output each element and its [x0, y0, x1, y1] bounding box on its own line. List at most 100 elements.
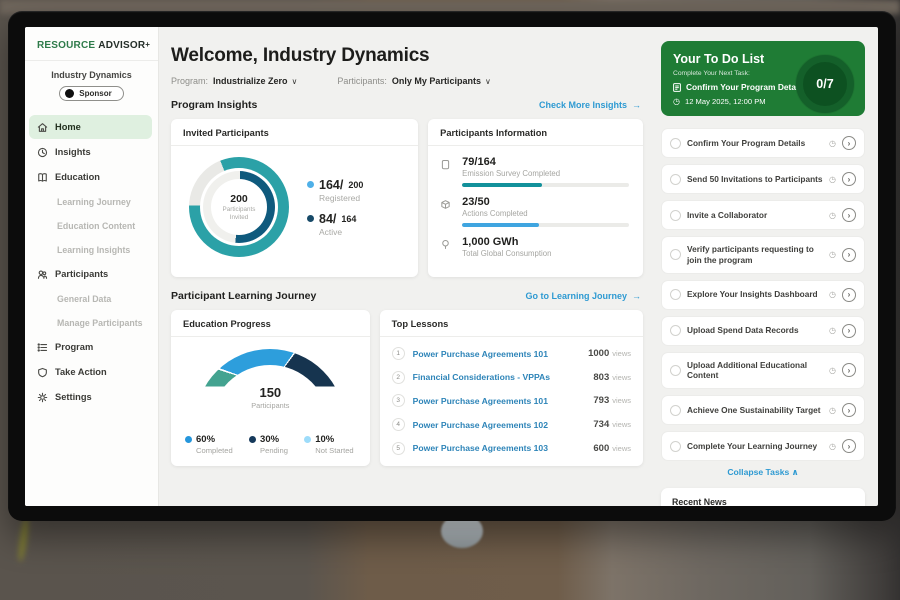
task-chevron-button[interactable]: › — [842, 172, 856, 186]
task-row[interactable]: Complete Your Learning Journey ◷ › — [661, 431, 865, 461]
sidebar-item-take-action[interactable]: Take Action — [29, 360, 152, 384]
lesson-rank: 2 — [392, 371, 405, 384]
sponsor-badge[interactable]: Sponsor — [59, 86, 123, 101]
page-title: Welcome, Industry Dynamics — [171, 45, 643, 67]
collapse-tasks-link[interactable]: Collapse Tasks ∧ — [661, 467, 865, 478]
progress-bar-fill — [462, 183, 542, 187]
participants-filter-label: Participants: — [337, 76, 387, 86]
logo-plus: + — [145, 40, 150, 49]
invited-donut-chart: 200 Participants Invited — [189, 157, 289, 257]
sidebar-item-participants[interactable]: Participants — [29, 262, 152, 286]
lesson-views: 793 — [593, 395, 609, 406]
sidebar-item-home[interactable]: Home — [29, 115, 152, 139]
lesson-title-link[interactable]: Power Purchase Agreements 101 — [413, 349, 588, 359]
stat-row-actions: 23/50 Actions Completed — [440, 196, 629, 227]
sidebar-item-label: Manage Participants — [57, 318, 143, 328]
legend-item-active: 84/164 Active — [307, 212, 363, 237]
task-chevron-button[interactable]: › — [842, 439, 856, 453]
lesson-title-link[interactable]: Power Purchase Agreements 102 — [413, 420, 594, 430]
program-filter[interactable]: Program:Industrialize Zero∨ — [171, 76, 297, 86]
sidebar-item-education-content[interactable]: Education Content — [29, 214, 152, 237]
task-row[interactable]: Achieve One Sustainability Target ◷ › — [661, 395, 865, 425]
sidebar-item-learning-journey[interactable]: Learning Journey — [29, 190, 152, 213]
sidebar-item-manage-participants[interactable]: Manage Participants — [29, 311, 152, 334]
legend-label: Active — [319, 227, 363, 237]
legend-label: Pending — [260, 446, 288, 455]
chevron-up-icon: ∧ — [792, 467, 799, 477]
task-chevron-button[interactable]: › — [842, 324, 856, 338]
donut-center-value: 200 — [230, 193, 248, 205]
stat-row-consumption: 1,000 GWh Total Global Consumption — [440, 236, 629, 258]
task-chevron-button[interactable]: › — [842, 136, 856, 150]
sidebar-item-education[interactable]: Education — [29, 165, 152, 189]
top-lessons-card: Top Lessons 1 Power Purchase Agreements … — [380, 310, 643, 466]
task-checkbox[interactable] — [670, 405, 681, 416]
task-checkbox[interactable] — [670, 249, 681, 260]
task-row[interactable]: Confirm Your Program Details ◷ › — [661, 128, 865, 158]
lesson-title-link[interactable]: Financial Considerations - VPPAs — [413, 372, 594, 382]
task-row[interactable]: Invite a Collaborator ◷ › — [661, 200, 865, 230]
gear-icon — [37, 392, 48, 403]
task-label: Explore Your Insights Dashboard — [687, 289, 823, 300]
org-block: Industry Dynamics Sponsor — [25, 61, 158, 111]
program-filter-value: Industrialize Zero — [213, 76, 288, 86]
legend-item-completed: 60% Completed — [185, 434, 233, 455]
task-checkbox[interactable] — [670, 174, 681, 185]
task-row[interactable]: Send 50 Invitations to Participants ◷ › — [661, 164, 865, 194]
lesson-views-unit: views — [612, 373, 631, 382]
sidebar-item-settings[interactable]: Settings — [29, 385, 152, 409]
task-checkbox[interactable] — [670, 365, 681, 376]
progress-bar — [462, 223, 629, 227]
task-checkbox[interactable] — [670, 289, 681, 300]
arrow-right-icon: → — [632, 100, 641, 110]
participants-filter-value: Only My Participants — [392, 76, 481, 86]
lesson-views-unit: views — [612, 396, 631, 405]
task-chevron-button[interactable]: › — [842, 288, 856, 302]
check-more-insights-link[interactable]: Check More Insights → — [539, 100, 641, 110]
task-checkbox[interactable] — [670, 210, 681, 221]
monitor-bezel: RESOURCEADVISOR+ Industry Dynamics Spons… — [8, 11, 896, 521]
app-logo[interactable]: RESOURCEADVISOR+ — [25, 27, 158, 61]
lesson-views: 734 — [593, 419, 609, 430]
lesson-views: 803 — [593, 372, 609, 383]
lesson-title-link[interactable]: Power Purchase Agreements 103 — [413, 443, 594, 453]
education-progress-card: Education Progress 150 Participants 60% … — [171, 310, 370, 466]
learning-cards-row: Education Progress 150 Participants 60% … — [171, 310, 643, 466]
sidebar-item-label: Program — [55, 342, 93, 352]
todo-summary-card: Your To Do List Complete Your Next Task:… — [661, 41, 865, 116]
task-chevron-button[interactable]: › — [842, 403, 856, 417]
sidebar-item-learning-insights[interactable]: Learning Insights — [29, 238, 152, 261]
sidebar-item-general-data[interactable]: General Data — [29, 287, 152, 310]
lesson-title-link[interactable]: Power Purchase Agreements 101 — [413, 396, 594, 406]
task-checkbox[interactable] — [670, 138, 681, 149]
task-row[interactable]: Upload Additional Educational Content ◷ … — [661, 352, 865, 390]
lesson-views: 1000 — [588, 348, 609, 359]
chevron-down-icon: ∨ — [485, 77, 491, 86]
task-row[interactable]: Verify participants requesting to join t… — [661, 236, 865, 274]
task-checkbox[interactable] — [670, 325, 681, 336]
task-checkbox[interactable] — [670, 441, 681, 452]
task-chevron-button[interactable]: › — [842, 208, 856, 222]
card-title: Education Progress — [171, 310, 370, 337]
todo-progress-ring: 0/7 — [796, 55, 854, 113]
task-row[interactable]: Explore Your Insights Dashboard ◷ › — [661, 280, 865, 310]
participants-information-body: 79/164 Emission Survey Completed 23/50 A… — [428, 146, 643, 258]
task-label: Confirm Your Program Details — [687, 138, 823, 149]
go-to-learning-journey-link[interactable]: Go to Learning Journey → — [525, 291, 641, 301]
task-chevron-button[interactable]: › — [842, 363, 856, 377]
sidebar-item-program[interactable]: Program — [29, 335, 152, 359]
stat-label: Total Global Consumption — [462, 249, 629, 258]
clock-icon: ◷ — [829, 211, 836, 220]
legend-dot — [304, 436, 311, 443]
participants-filter[interactable]: Participants: Only My Participants ∨ — [337, 76, 490, 86]
legend-label: Not Started — [315, 446, 353, 455]
chevron-down-icon: ∨ — [292, 77, 298, 86]
sidebar-item-insights[interactable]: Insights — [29, 140, 152, 164]
box-icon — [440, 196, 456, 218]
task-chevron-button[interactable]: › — [842, 248, 856, 262]
sidebar: RESOURCEADVISOR+ Industry Dynamics Spons… — [25, 27, 159, 506]
task-row[interactable]: Upload Spend Data Records ◷ › — [661, 316, 865, 346]
clock-icon: ◷ — [829, 139, 836, 148]
gauge-center-label: Participants — [195, 401, 345, 410]
section-title: Participant Learning Journey — [171, 290, 316, 302]
